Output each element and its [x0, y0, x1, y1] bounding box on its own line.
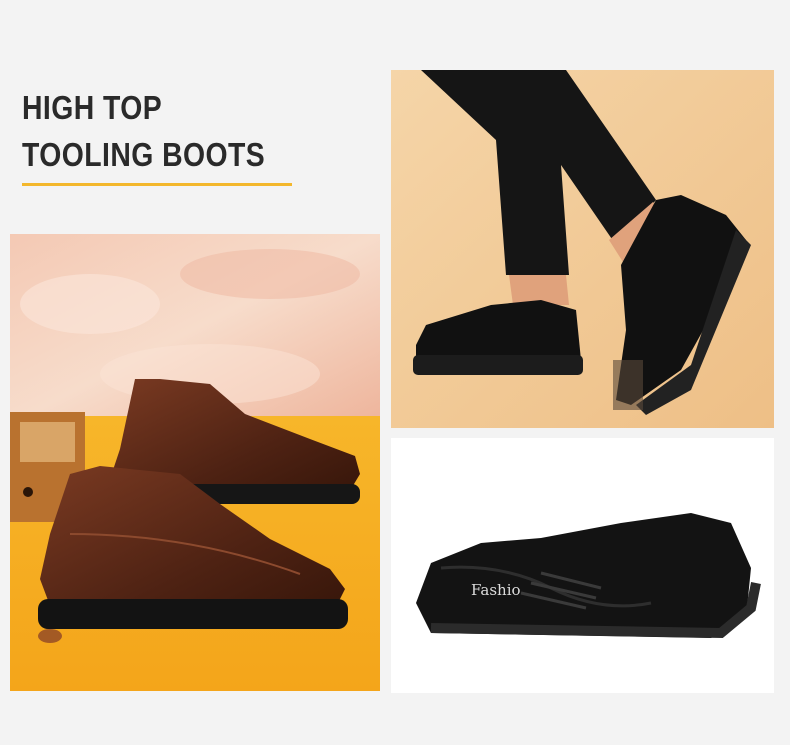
brown-shoes-illustration — [10, 234, 380, 691]
worn-shoes-illustration — [391, 70, 774, 428]
accent-underline — [22, 183, 292, 186]
product-headline: HIGH TOP TOOLING BOOTS — [22, 84, 265, 178]
brown-shoes-photo — [10, 234, 380, 691]
headline-line-2: TOOLING BOOTS — [22, 136, 266, 173]
side-shoe-illustration: Fashio — [391, 438, 774, 693]
insole-brand-text: Fashio — [471, 581, 521, 599]
headline-line-1: HIGH TOP — [22, 89, 163, 126]
black-shoe-side-photo: Fashio — [391, 438, 774, 693]
black-shoes-worn-photo — [391, 70, 774, 428]
